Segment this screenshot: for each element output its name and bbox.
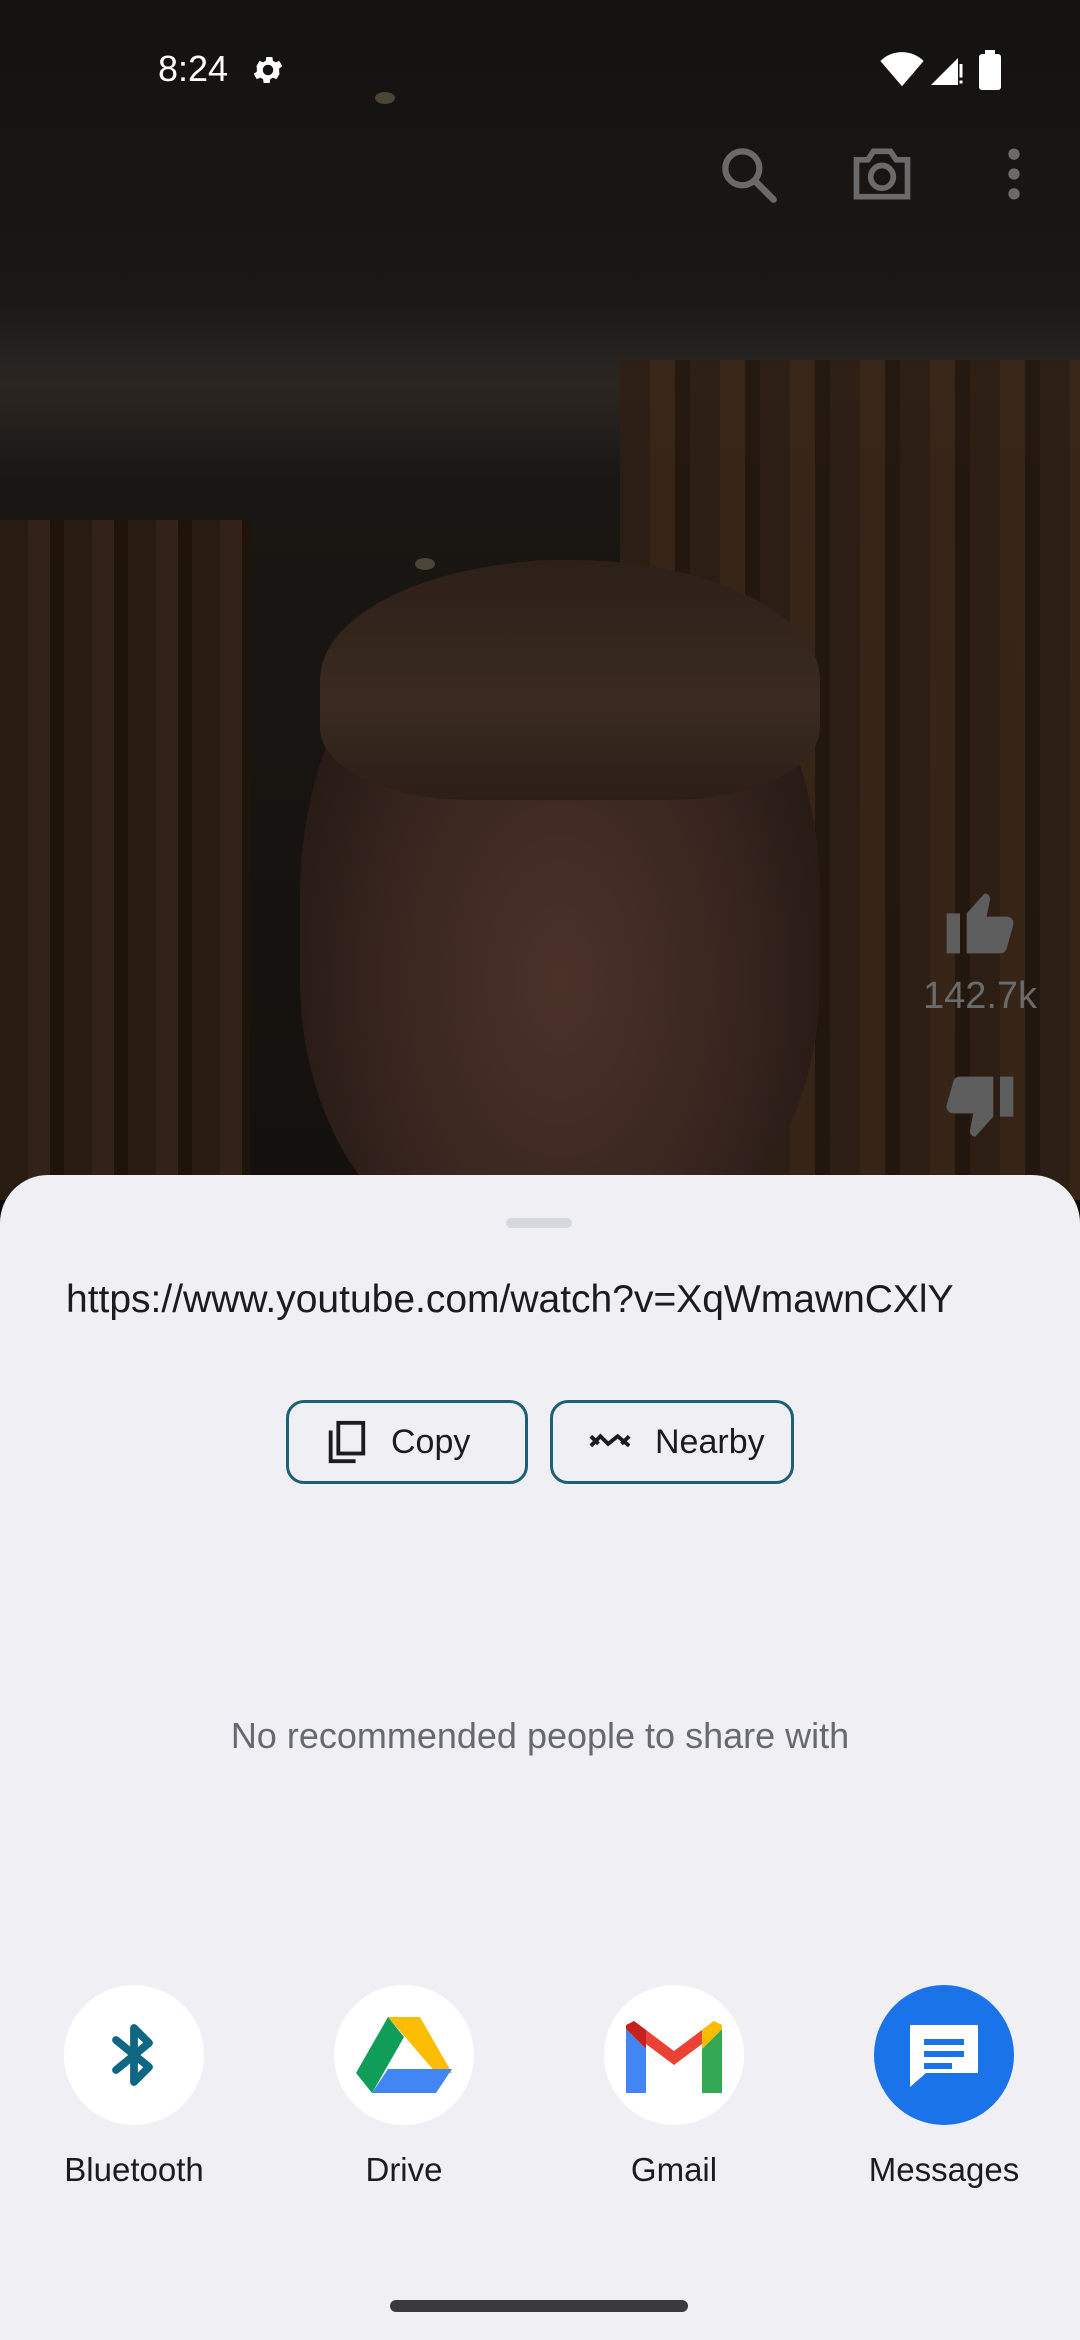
person-hair xyxy=(320,560,820,800)
share-target-label: Gmail xyxy=(630,2151,718,2188)
nearby-label: Nearby xyxy=(655,1422,765,1461)
status-bar: 8:24 xyxy=(0,0,1080,140)
share-target-label: Drive xyxy=(365,2151,443,2188)
camera-icon[interactable] xyxy=(848,140,916,208)
share-target-messages[interactable]: Messages xyxy=(844,1985,1044,2189)
drive-icon xyxy=(356,2017,452,2093)
nearby-share-button[interactable]: Nearby xyxy=(550,1400,794,1484)
share-target-bluetooth[interactable]: Bluetooth xyxy=(34,1985,234,2189)
copy-label: Copy xyxy=(391,1422,471,1461)
like-count: 142.7k xyxy=(922,975,1038,1017)
gmail-icon xyxy=(626,2021,722,2093)
share-target-gmail[interactable]: Gmail xyxy=(574,1985,774,2189)
copy-icon xyxy=(328,1420,366,1464)
drive-app-icon xyxy=(334,1985,474,2125)
messages-icon xyxy=(910,2025,978,2087)
wifi-icon xyxy=(880,52,924,87)
bluetooth-app-icon xyxy=(64,1985,204,2125)
share-target-label: Bluetooth xyxy=(64,2151,204,2188)
ceiling-light xyxy=(415,558,435,570)
status-time: 8:24 xyxy=(158,48,229,89)
more-vert-icon[interactable] xyxy=(980,140,1048,208)
thumb-up-icon[interactable] xyxy=(940,880,1020,960)
gesture-nav-bar[interactable] xyxy=(390,2300,688,2312)
nearby-share-icon xyxy=(589,1433,631,1448)
drag-handle[interactable] xyxy=(506,1218,572,1228)
shared-url: https://www.youtube.com/watch?v=XqWmawnC… xyxy=(66,1278,954,1321)
gmail-app-icon xyxy=(604,1985,744,2125)
curtain xyxy=(0,520,250,1200)
messages-app-icon xyxy=(874,1985,1014,2125)
battery-icon xyxy=(979,50,1001,90)
video-player-background[interactable] xyxy=(0,0,1080,1200)
no-recommended-people-text: No recommended people to share with xyxy=(230,1715,850,1756)
bluetooth-icon xyxy=(112,2024,153,2086)
cell-signal-icon xyxy=(931,58,963,85)
share-target-drive[interactable]: Drive xyxy=(304,1985,504,2189)
search-icon[interactable] xyxy=(714,140,782,208)
share-target-label: Messages xyxy=(868,2151,1020,2188)
thumb-down-icon[interactable] xyxy=(940,1070,1020,1150)
settings-gear-icon xyxy=(253,56,283,84)
copy-button[interactable]: Copy xyxy=(286,1400,528,1484)
